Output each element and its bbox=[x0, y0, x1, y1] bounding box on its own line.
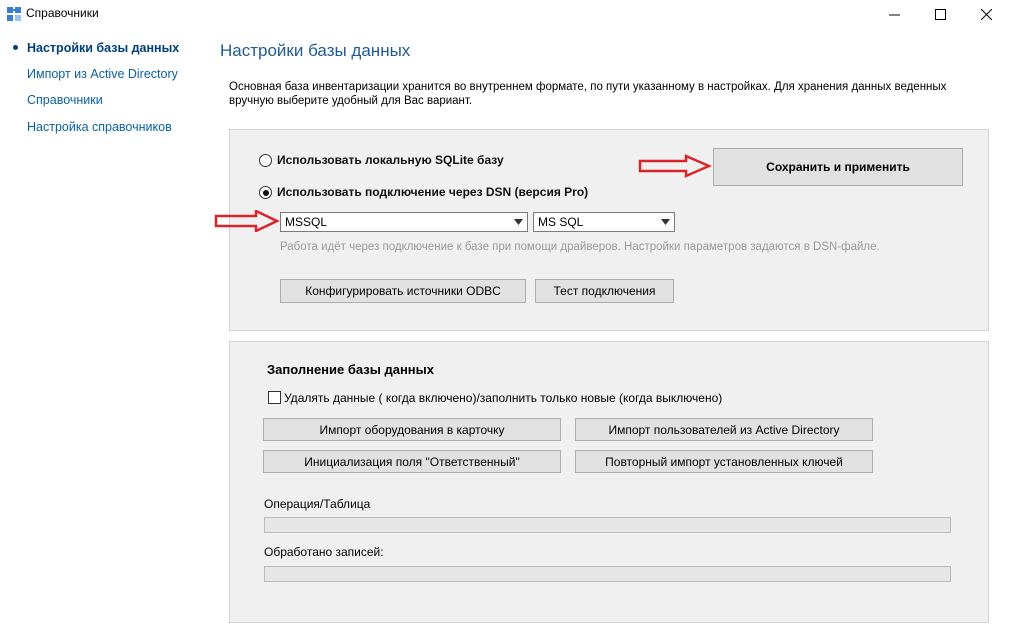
db-type-select[interactable]: MS SQL bbox=[533, 212, 675, 232]
db-type-select-value: MS SQL bbox=[538, 215, 584, 229]
maximize-icon bbox=[934, 8, 946, 20]
test-connection-button[interactable]: Тест подключения bbox=[535, 279, 674, 303]
arrow-right-icon bbox=[638, 154, 712, 178]
processed-progress-bar bbox=[264, 566, 951, 582]
nav-item-directories[interactable]: Справочники bbox=[27, 93, 103, 107]
nav-item-ad-import[interactable]: Импорт из Active Directory bbox=[27, 67, 178, 81]
dsn-radio-label[interactable]: Использовать подключение через DSN (верс… bbox=[277, 185, 588, 199]
chevron-down-icon bbox=[659, 215, 672, 228]
bullet-icon bbox=[13, 45, 18, 50]
close-button[interactable] bbox=[963, 0, 1009, 28]
close-icon bbox=[980, 8, 992, 20]
chevron-down-icon bbox=[512, 215, 525, 228]
processed-records-label: Обработано записей: bbox=[264, 545, 384, 559]
nav-item-directories-settings[interactable]: Настройка справочников bbox=[27, 120, 172, 134]
app-icon bbox=[7, 7, 21, 21]
sqlite-radio[interactable] bbox=[259, 154, 272, 167]
dsn-hint: Работа идёт через подключение к базе при… bbox=[280, 241, 880, 253]
reimport-keys-button[interactable]: Повторный импорт установленных ключей bbox=[575, 450, 873, 473]
operation-label: Операция/Таблица bbox=[264, 497, 371, 511]
init-responsible-button[interactable]: Инициализация поля "Ответственный" bbox=[263, 450, 561, 473]
configure-odbc-button[interactable]: Конфигурировать источники ODBC bbox=[280, 279, 526, 303]
title-bar: Справочники bbox=[0, 0, 1010, 28]
minimize-button[interactable] bbox=[871, 0, 917, 28]
delete-data-checkbox-label[interactable]: Удалять данные ( когда включено)/заполни… bbox=[284, 391, 722, 405]
page-title: Настройки базы данных bbox=[220, 41, 411, 60]
minimize-icon bbox=[888, 14, 900, 15]
import-equipment-button[interactable]: Импорт оборудования в карточку bbox=[263, 418, 561, 441]
nav-item-db-settings[interactable]: Настройки базы данных bbox=[27, 41, 179, 55]
operation-progress-bar bbox=[264, 517, 951, 533]
maximize-button[interactable] bbox=[917, 0, 963, 28]
fill-section-title: Заполнение базы данных bbox=[267, 362, 434, 377]
page-description: Основная база инвентаризации хранится во… bbox=[229, 81, 947, 107]
window-title: Справочники bbox=[26, 6, 99, 20]
delete-data-checkbox[interactable] bbox=[268, 391, 281, 404]
arrow-right-icon bbox=[214, 210, 280, 232]
dsn-radio[interactable] bbox=[259, 186, 272, 199]
import-ad-users-button[interactable]: Импорт пользователей из Active Directory bbox=[575, 418, 873, 441]
save-apply-button[interactable]: Сохранить и применить bbox=[713, 148, 963, 186]
sqlite-radio-label[interactable]: Использовать локальную SQLite базу bbox=[277, 153, 504, 167]
dsn-select-value: MSSQL bbox=[285, 215, 328, 229]
dsn-select[interactable]: MSSQL bbox=[280, 212, 528, 232]
